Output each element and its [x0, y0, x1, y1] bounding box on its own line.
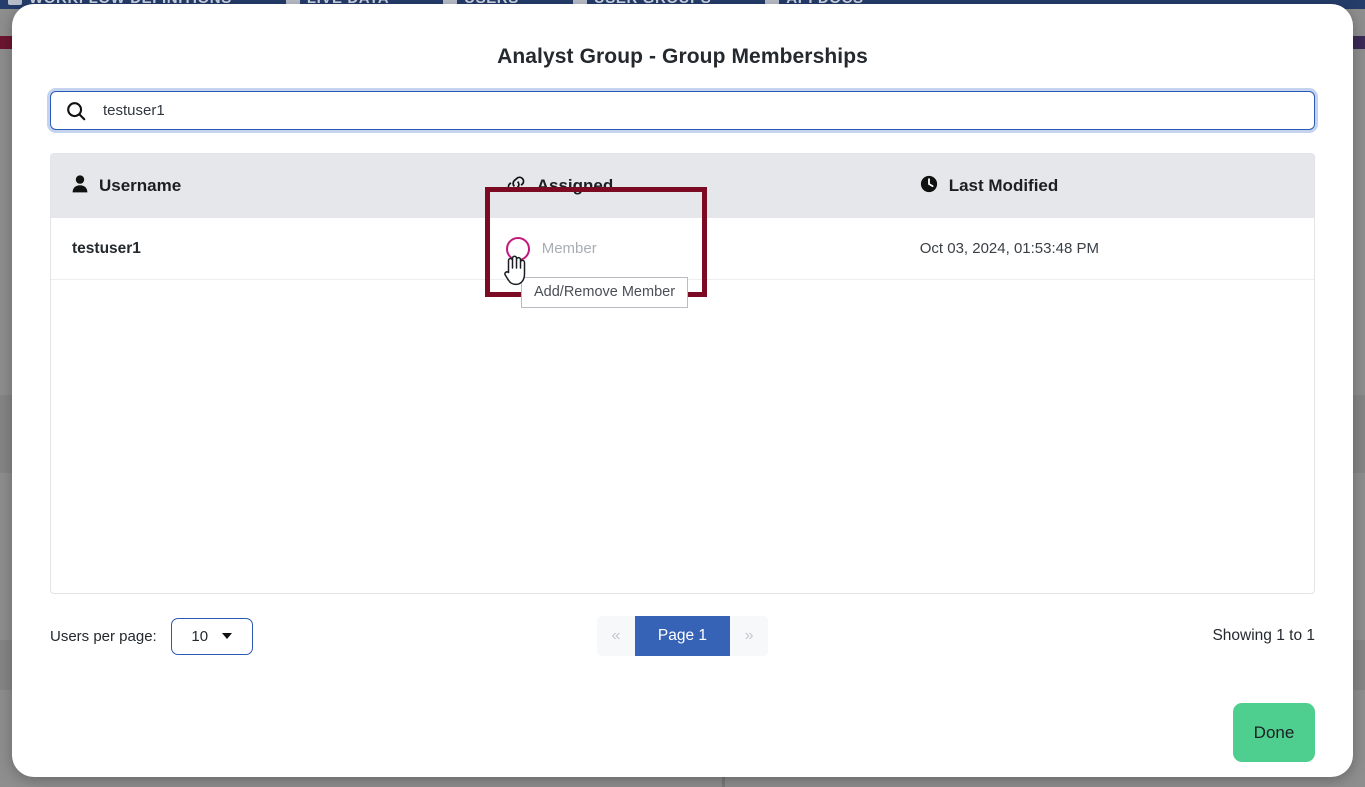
- table-body: testuser1 Member Oct 03, 2024, 01:53:48 …: [51, 187, 1314, 297]
- per-page-select[interactable]: 10: [170, 617, 253, 655]
- pagination-current-page[interactable]: Page 1: [634, 616, 731, 656]
- assigned-label: Member: [541, 240, 597, 257]
- showing-range-text: Showing 1 to 1: [1212, 627, 1315, 644]
- link-icon: [506, 175, 526, 198]
- per-page-label: Users per page:: [50, 627, 157, 645]
- user-icon: [72, 174, 88, 198]
- modal-actions: Done: [50, 703, 1315, 762]
- cell-username: testuser1: [72, 239, 141, 257]
- cell-last-modified: Oct 03, 2024, 01:53:48 PM: [919, 240, 1100, 257]
- workflow-icon: [8, 0, 22, 5]
- cell-assigned: Member: [505, 236, 920, 261]
- table-row[interactable]: testuser1 Member Oct 03, 2024, 01:53:48 …: [51, 218, 1314, 280]
- column-header-label: Last Modified: [948, 176, 1059, 195]
- column-header-label: Assigned: [536, 176, 614, 195]
- column-header-label: Username: [99, 176, 182, 195]
- per-page-group: Users per page: 10: [50, 617, 490, 655]
- modal-title: Analyst Group - Group Memberships: [497, 45, 868, 68]
- memberships-table: Username Assigned Last Modified testuser…: [50, 153, 1315, 594]
- column-header-username: Username: [72, 174, 506, 198]
- table-footer: Users per page: 10 « Page 1 » Showing 1 …: [50, 614, 1315, 658]
- chevron-down-icon: [222, 633, 233, 639]
- per-page-value: 10: [191, 627, 209, 645]
- column-header-last-modified: Last Modified: [920, 175, 1314, 198]
- column-header-assigned: Assigned: [506, 175, 920, 198]
- member-toggle-circle[interactable]: [505, 236, 530, 261]
- group-memberships-modal: Analyst Group - Group Memberships Userna…: [12, 4, 1353, 777]
- search-input[interactable]: [101, 101, 1300, 120]
- clock-icon: [920, 175, 938, 198]
- search-icon: [65, 100, 87, 122]
- pagination-prev-button[interactable]: «: [597, 616, 635, 656]
- tooltip-add-remove-member: Add/Remove Member: [521, 277, 689, 308]
- search-bar[interactable]: [50, 91, 1315, 130]
- pagination-next-button[interactable]: »: [730, 616, 768, 656]
- done-button[interactable]: Done: [1233, 703, 1315, 762]
- table-header-row: Username Assigned Last Modified: [51, 154, 1314, 218]
- pagination: « Page 1 »: [490, 616, 875, 656]
